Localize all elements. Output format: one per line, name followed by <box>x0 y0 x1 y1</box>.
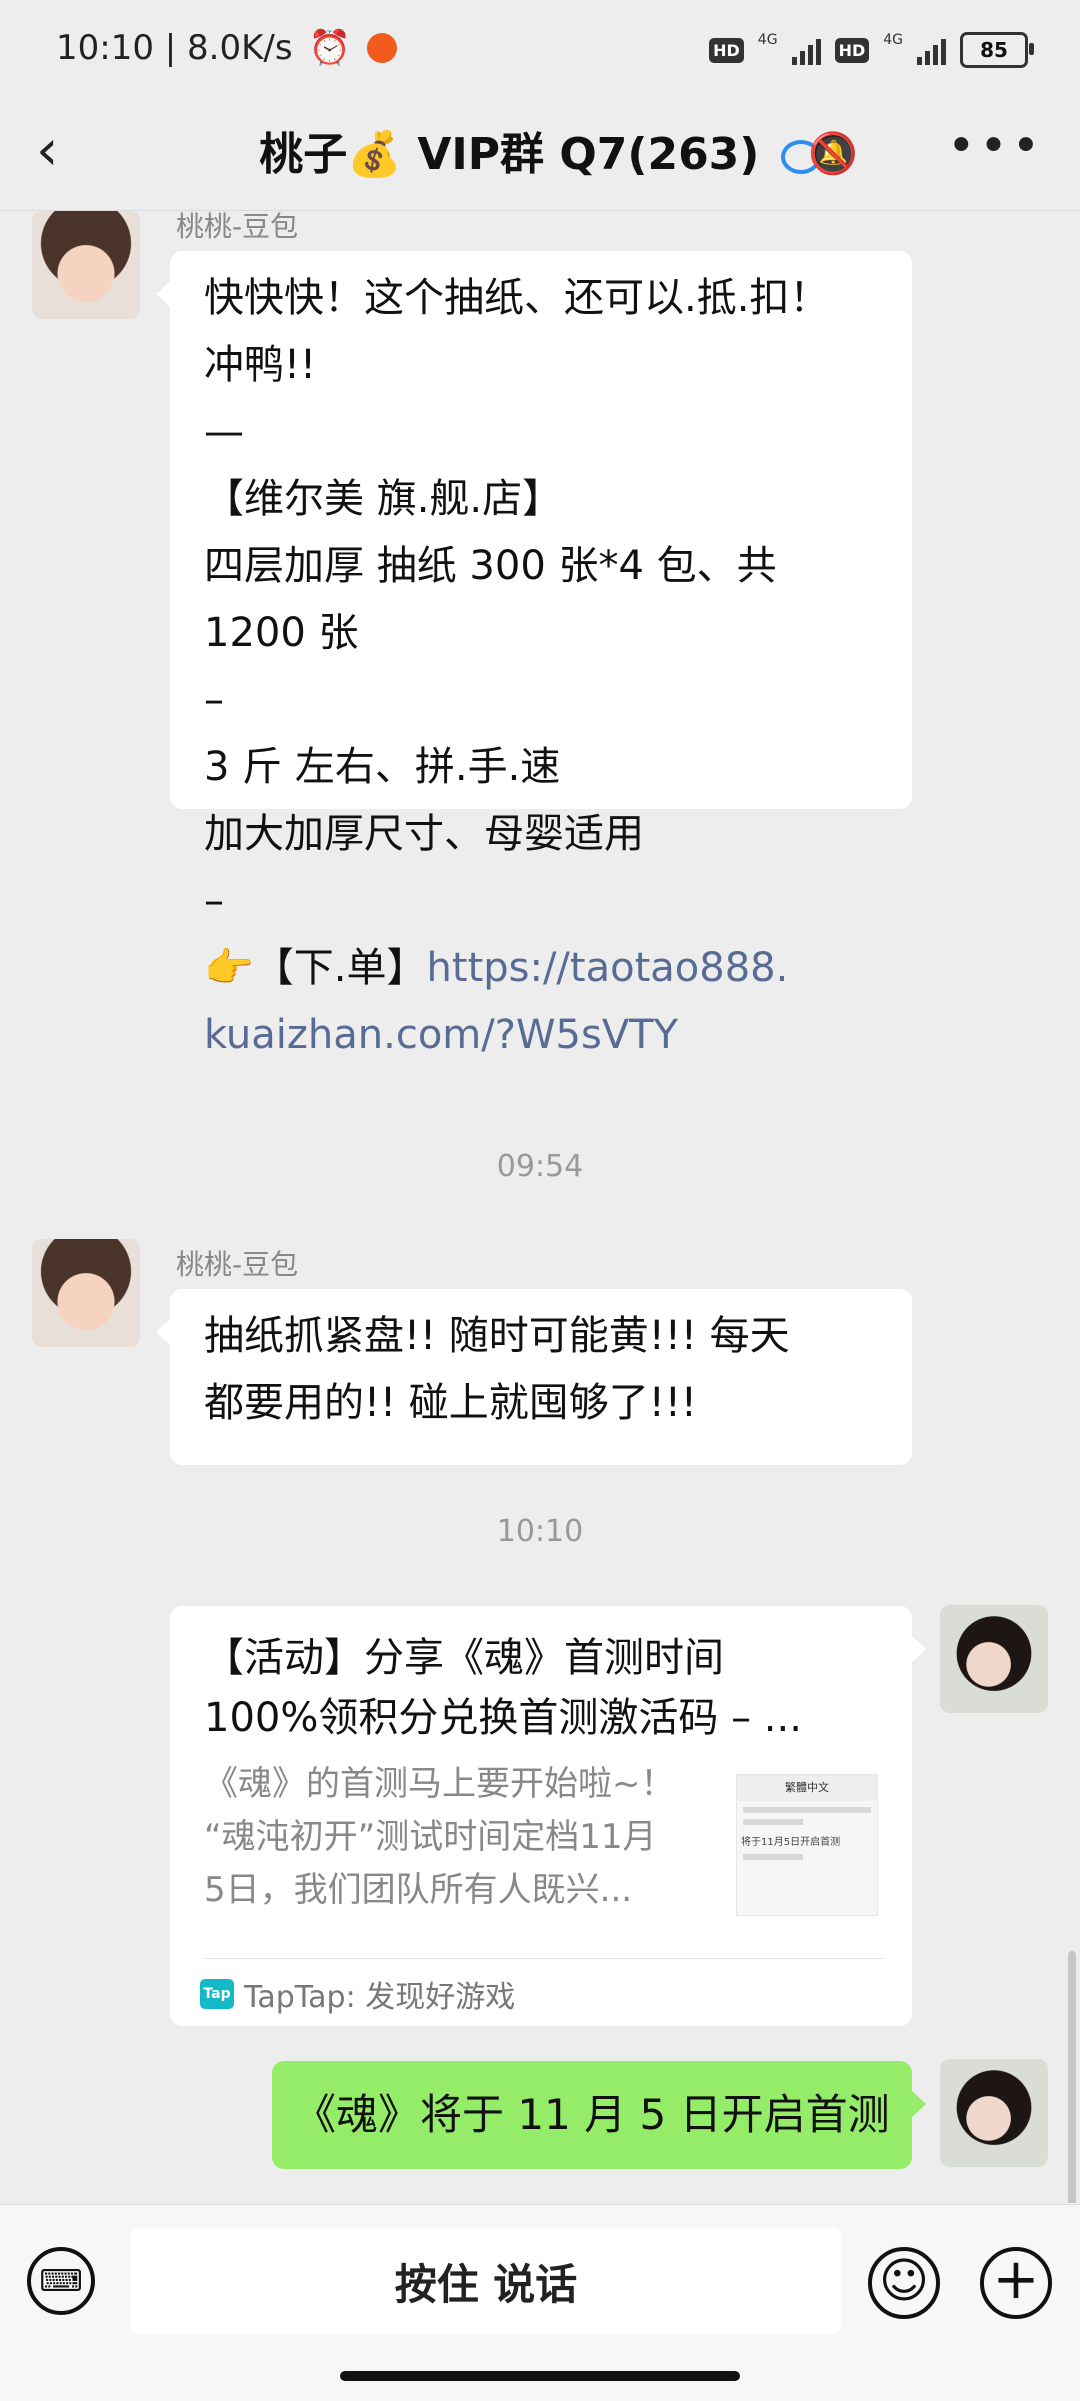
status-right: HD 4G HD 4G 85 <box>709 32 1034 68</box>
order-prefix: 👉【下.单】 <box>204 945 427 991</box>
mute-bell-icon: 🔕 <box>808 131 858 177</box>
message-line: — <box>204 409 244 455</box>
status-left: 10:10 | 8.0K/s ⏰ <box>56 28 397 68</box>
chat-header: ‹ 桃子💰 VIP群 Q7(263) 🔕 ••• <box>0 100 1080 211</box>
hold-to-talk-button[interactable]: 按住 说话 <box>130 2228 842 2334</box>
alarm-icon: ⏰ <box>308 28 351 68</box>
share-card-title-line: 100%领积分兑换首测激活码 – ... <box>204 1695 802 1741</box>
share-card-title: 【活动】分享《魂》首测时间 100%领积分兑换首测激活码 – ... <box>204 1628 878 1748</box>
thumbnail-header: 繁體中文 <box>737 1775 877 1801</box>
thumbnail-line <box>743 1819 803 1825</box>
chat-message-list[interactable]: 桃桃-豆包 快快快！这个抽纸、还可以.抵.扣！ 冲鸭!! — 【维尔美 旗.舰.… <box>0 211 1080 2203</box>
order-link[interactable]: https://taotao888. <box>427 945 789 991</box>
taptap-logo-icon: Tap <box>200 1979 234 2009</box>
chat-title-text: 桃子💰 VIP群 Q7(263) <box>259 129 760 180</box>
network-type-label: 4G <box>757 32 778 48</box>
home-indicator[interactable] <box>340 2371 740 2381</box>
message-line: 快快快！这个抽纸、还可以.抵.扣！ <box>204 275 830 321</box>
my-message-bubble[interactable]: 《魂》将于 11 月 5 日开启首测 <box>272 2061 926 2169</box>
share-card-thumbnail: 繁體中文 将于11月5日开启首测 <box>736 1774 878 1916</box>
network-type-label-2: 4G <box>883 32 903 48</box>
battery-icon: 85 <box>960 32 1034 68</box>
status-time: 10:10 | 8.0K/s <box>56 28 293 68</box>
hd-icon: HD <box>709 37 744 63</box>
chat-title[interactable]: 桃子💰 VIP群 Q7(263) <box>0 118 1080 182</box>
hd-icon-2: HD <box>834 37 870 63</box>
message-line: 加大加厚尺寸、母婴适用 <box>204 811 644 857</box>
thumbnail-text: 将于11月5日开启首测 <box>741 1837 841 1848</box>
emoji-icon[interactable]: ☺ <box>868 2247 940 2319</box>
app-notification-icon <box>366 33 397 63</box>
my-avatar[interactable] <box>940 2059 1048 2167</box>
avatar[interactable] <box>32 211 140 319</box>
message-line: 👉【下.单】https://taotao888. <box>204 935 878 1002</box>
timestamp: 10:10 <box>496 1514 584 1549</box>
more-options-button[interactable]: ••• <box>947 118 1044 174</box>
thumbnail-line <box>743 1807 871 1813</box>
signal-icon <box>791 35 821 65</box>
thumbnail-line <box>743 1854 803 1860</box>
share-card-divider <box>204 1958 884 1959</box>
avatar[interactable] <box>32 1239 140 1347</box>
message-line: 四层加厚 抽纸 300 张*4 包、共 <box>204 543 777 589</box>
share-card-source-label: TapTap: 发现好游戏 <box>244 1980 516 2015</box>
message-line: 抽纸抓紧盘!! 随时可能黄!!! 每天 <box>204 1313 790 1359</box>
message-line: – <box>204 878 224 924</box>
share-card-source: Tap TapTap: 发现好游戏 <box>200 1972 515 2016</box>
sender-name: 桃桃-豆包 <box>176 1248 299 1281</box>
message-line: 都要用的!! 碰上就囤够了!!! <box>204 1380 697 1426</box>
message-line: 冲鸭!! <box>204 342 317 388</box>
my-avatar[interactable] <box>940 1605 1048 1713</box>
plus-icon[interactable]: + <box>980 2247 1052 2319</box>
keyboard-toggle-icon[interactable]: ⌨ <box>27 2247 95 2315</box>
order-link-continued[interactable]: kuaizhan.com/?W5sVTY <box>204 1002 878 1069</box>
message-line: 3 斤 左右、拼.手.速 <box>204 744 561 790</box>
share-card-title-line: 【活动】分享《魂》首测时间 <box>204 1635 724 1681</box>
message-line: 1200 张 <box>204 610 359 656</box>
sender-name: 桃桃-豆包 <box>176 211 299 243</box>
message-bubble[interactable]: 快快快！这个抽纸、还可以.抵.扣！ 冲鸭!! — 【维尔美 旗.舰.店】 四层加… <box>156 251 912 1058</box>
message-line: 《魂》将于 11 月 5 日开启首测 <box>294 2090 890 2139</box>
scrollbar[interactable] <box>1068 1951 1076 2203</box>
share-card-desc-line: 5日，我们团队所有人既兴... <box>204 1870 633 1910</box>
status-bar: 10:10 | 8.0K/s ⏰ HD 4G HD 4G 85 <box>0 0 1080 100</box>
share-card[interactable]: 【活动】分享《魂》首测时间 100%领积分兑换首测激活码 – ... 《魂》的首… <box>170 1606 926 2026</box>
share-card-desc-line: 《魂》的首测马上要开始啦~！ <box>204 1764 675 1804</box>
message-bubble[interactable]: 抽纸抓紧盘!! 随时可能黄!!! 每天 都要用的!! 碰上就囤够了!!! <box>156 1289 912 1465</box>
message-line: – <box>204 677 224 723</box>
timestamp: 09:54 <box>496 1149 584 1184</box>
signal-icon-2 <box>917 35 946 65</box>
message-line: 【维尔美 旗.舰.店】 <box>204 476 563 522</box>
share-card-description: 《魂》的首测马上要开始啦~！ “魂沌初开”测试时间定档11月 5日，我们团队所有… <box>204 1758 704 1917</box>
share-card-desc-line: “魂沌初开”测试时间定档11月 <box>204 1817 657 1857</box>
